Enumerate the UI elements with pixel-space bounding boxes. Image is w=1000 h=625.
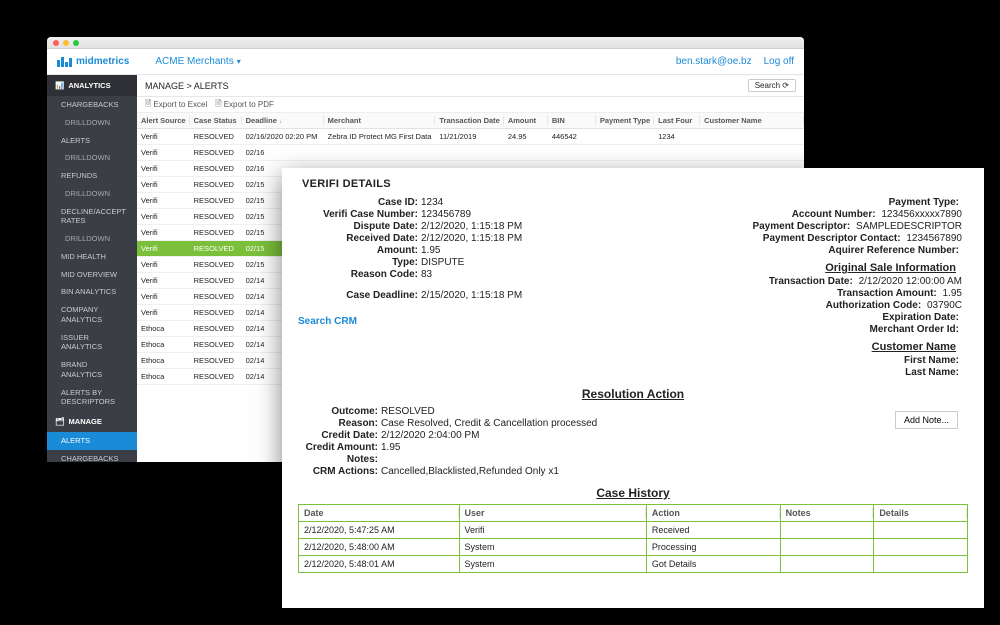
authorization-code-value: 03790C (927, 300, 962, 311)
top-bar: midmetrics ACME Merchants ben.stark@oe.b… (47, 49, 804, 75)
detail-heading: VERIFI DETAILS (302, 178, 968, 190)
col-amount[interactable]: Amount (504, 113, 548, 129)
payment-descriptor-value: SAMPLEDESCRIPTOR (856, 221, 962, 232)
sidebar: 📊 ANALYTICS CHARGEBACKSDRILLDOWNALERTSDR… (47, 75, 137, 462)
col-bin[interactable]: BIN (548, 113, 596, 129)
search-crm-link[interactable]: Search CRM (298, 316, 620, 327)
table-row[interactable]: VerifiRESOLVED02/16/2020 02:20 PMZebra I… (137, 129, 804, 145)
hist-col-date: Date (299, 505, 460, 522)
sidebar-item[interactable]: COMPANY ANALYTICS (47, 301, 137, 329)
case-deadline-value: 2/15/2020, 1:15:18 PM (421, 290, 522, 301)
sidebar-item[interactable]: DRILLDOWN (47, 185, 137, 203)
reason-code-value: 83 (421, 269, 432, 280)
col-merchant[interactable]: Merchant (324, 113, 436, 129)
resolution-reason-value: Case Resolved, Credit & Cancellation pro… (381, 418, 597, 429)
hist-col-notes: Notes (780, 505, 874, 522)
credit-amount-value: 1.95 (381, 442, 400, 453)
col-customer-name[interactable]: Customer Name (700, 113, 804, 129)
case-history-heading: Case History (298, 486, 968, 500)
original-sale-heading: Original Sale Information (626, 262, 956, 274)
amount-value: 1.95 (421, 245, 440, 256)
case-id-value: 1234 (421, 197, 443, 208)
export-row: 🗎 Export to Excel 🗎 Export to PDF (137, 97, 804, 113)
logo-bars-icon (57, 57, 72, 67)
export-pdf-button[interactable]: 🗎 Export to PDF (215, 98, 274, 112)
sidebar-item[interactable]: DECLINE/ACCEPT RATES (47, 203, 137, 231)
breadcrumb: MANAGE > ALERTS (145, 81, 229, 91)
window-titlebar (47, 37, 804, 49)
hist-col-user: User (459, 505, 646, 522)
sidebar-item[interactable]: ALERTS BY DESCRIPTORS (47, 384, 137, 412)
detail-right-col: Payment Type: Account Number: 123456xxxx… (620, 196, 968, 379)
alert-detail-panel: VERIFI DETAILS Case ID:1234 Verifi Case … (282, 168, 984, 608)
merchant-dropdown[interactable]: ACME Merchants (155, 56, 240, 67)
col-payment-type[interactable]: Payment Type (596, 113, 654, 129)
verifi-case-number-value: 123456789 (421, 209, 471, 220)
col-last-four[interactable]: Last Four (654, 113, 700, 129)
customer-name-heading: Customer Name (626, 341, 956, 353)
account-number-value: 123456xxxxx7890 (881, 209, 962, 220)
sidebar-item[interactable]: MID HEALTH (47, 248, 137, 266)
payment-descriptor-contact-value: 1234567890 (906, 233, 962, 244)
sidebar-item[interactable]: CHARGEBACKS (47, 450, 137, 462)
sidebar-item[interactable]: DRILLDOWN (47, 149, 137, 167)
search-button[interactable]: Search ⟳ (748, 79, 796, 92)
sidebar-item[interactable]: ALERTS (47, 132, 137, 150)
dispute-date-value: 2/12/2020, 1:15:18 PM (421, 221, 522, 232)
brand-logo: midmetrics (57, 56, 129, 67)
table-row[interactable]: VerifiRESOLVED02/16 (137, 145, 804, 161)
grid-header-row: Alert Source Case Status Deadline↓ Merch… (137, 113, 804, 129)
hist-col-action: Action (646, 505, 780, 522)
history-row: 2/12/2020, 5:48:00 AMSystemProcessing (299, 539, 968, 556)
hist-col-details: Details (874, 505, 968, 522)
add-note-button[interactable]: Add Note... (895, 411, 958, 429)
crm-actions-value: Cancelled,Blacklisted,Refunded Only x1 (381, 466, 559, 477)
sidebar-section-analytics[interactable]: 📊 ANALYTICS (47, 75, 137, 96)
brand-name: midmetrics (76, 56, 129, 67)
window-minimize-icon[interactable] (63, 40, 69, 46)
sidebar-item[interactable]: REFUNDS (47, 167, 137, 185)
col-transaction-date[interactable]: Transaction Date (435, 113, 503, 129)
transaction-amount-value: 1.95 (943, 288, 962, 299)
detail-left-col: Case ID:1234 Verifi Case Number:12345678… (298, 196, 620, 379)
sidebar-item[interactable]: DRILLDOWN (47, 114, 137, 132)
col-alert-source[interactable]: Alert Source (137, 113, 190, 129)
user-link[interactable]: ben.stark@oe.bz (676, 56, 752, 67)
breadcrumb-row: MANAGE > ALERTS Search ⟳ (137, 75, 804, 97)
received-date-value: 2/12/2020, 1:15:18 PM (421, 233, 522, 244)
col-case-status[interactable]: Case Status (190, 113, 242, 129)
history-row: 2/12/2020, 5:48:01 AMSystemGot Details (299, 556, 968, 573)
sidebar-item[interactable]: ALERTS (47, 432, 137, 450)
credit-date-value: 2/12/2020 2:04:00 PM (381, 430, 479, 441)
col-deadline[interactable]: Deadline↓ (242, 113, 324, 129)
logoff-link[interactable]: Log off (764, 56, 794, 67)
export-excel-button[interactable]: 🗎 Export to Excel (145, 98, 207, 112)
history-row: 2/12/2020, 5:47:25 AMVerifiReceived (299, 522, 968, 539)
sidebar-item[interactable]: ISSUER ANALYTICS (47, 329, 137, 357)
transaction-date-value: 2/12/2020 12:00:00 AM (859, 276, 962, 287)
sidebar-item[interactable]: BRAND ANALYTICS (47, 356, 137, 384)
sidebar-item[interactable]: DRILLDOWN (47, 230, 137, 248)
sidebar-item[interactable]: BIN ANALYTICS (47, 283, 137, 301)
resolution-action-heading: Resolution Action (298, 387, 968, 401)
sidebar-item[interactable]: CHARGEBACKS (47, 96, 137, 114)
sidebar-item[interactable]: MID OVERVIEW (47, 266, 137, 284)
sidebar-section-manage[interactable]: 🗂 MANAGE (47, 411, 137, 432)
outcome-value: RESOLVED (381, 406, 435, 417)
case-history-table: Date User Action Notes Details 2/12/2020… (298, 504, 968, 573)
window-zoom-icon[interactable] (73, 40, 79, 46)
window-close-icon[interactable] (53, 40, 59, 46)
type-value: DISPUTE (421, 257, 464, 268)
